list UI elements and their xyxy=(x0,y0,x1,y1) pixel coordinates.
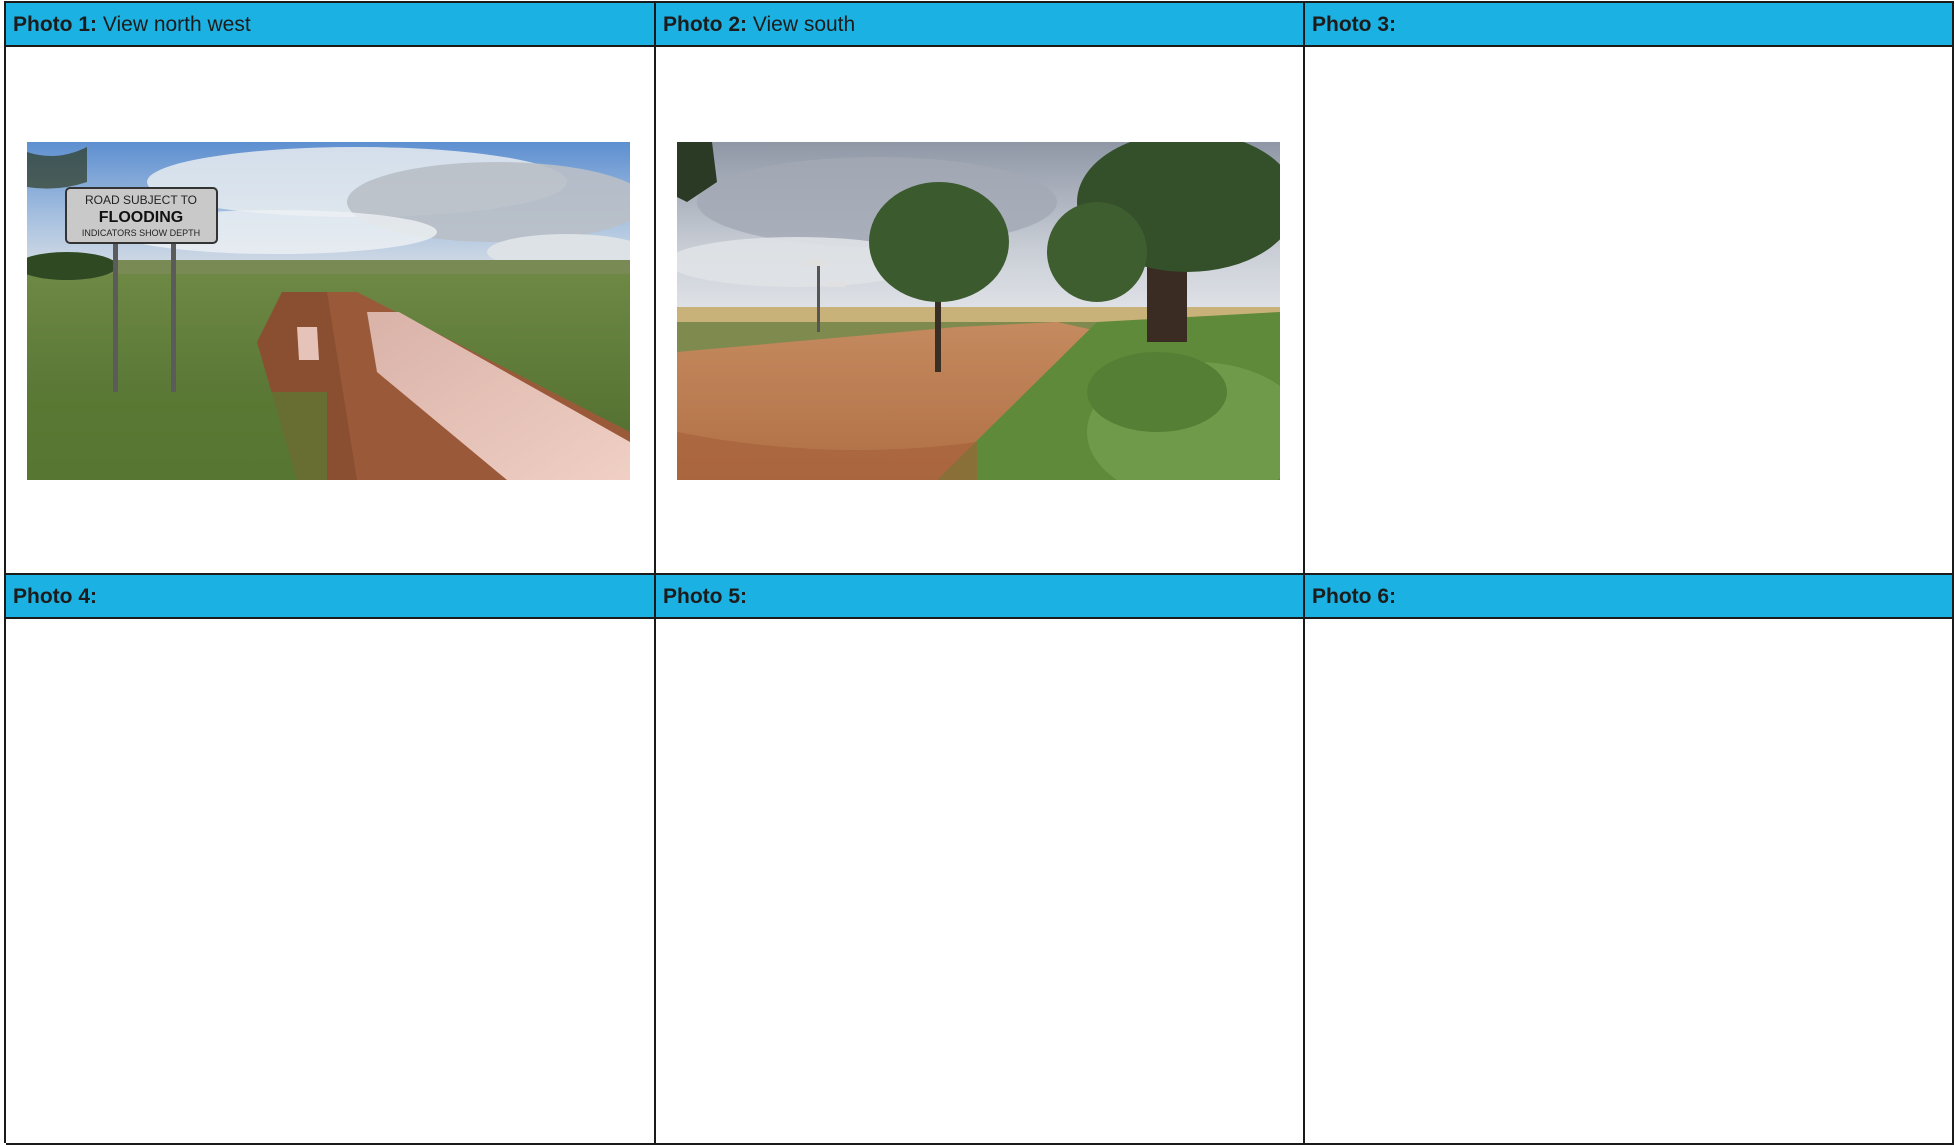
photo-sheet-table: Photo 1: View north west ROAD SUBJECT TO… xyxy=(4,1,1954,1145)
photo-2-label: Photo 2: xyxy=(663,13,747,36)
photo-1-caption: View north west xyxy=(102,13,251,36)
gravel-road-gum-trees-photo xyxy=(677,142,1280,480)
photo-cell-1: Photo 1: View north west ROAD SUBJECT TO… xyxy=(6,3,656,575)
photo-4-label: Photo 4: xyxy=(13,585,97,608)
sign-line-3: INDICATORS SHOW DEPTH xyxy=(82,228,200,238)
photo-5-label: Photo 5: xyxy=(663,585,747,608)
photo-cell-6: Photo 6: xyxy=(1305,575,1954,1145)
photo-4-header: Photo 4: xyxy=(6,575,654,619)
photo-3-label: Photo 3: xyxy=(1312,13,1396,36)
sign-line-2: FLOODING xyxy=(99,209,183,226)
sign-line-1: ROAD SUBJECT TO xyxy=(85,193,197,207)
photo-6-header: Photo 6: xyxy=(1305,575,1952,619)
photo-1-header: Photo 1: View north west xyxy=(6,3,654,47)
photo-3-header: Photo 3: xyxy=(1305,3,1952,47)
photo-cell-2: Photo 2: View south xyxy=(656,3,1305,575)
photo-cell-3: Photo 3: xyxy=(1305,3,1954,575)
flooded-dirt-road-photo: ROAD SUBJECT TO FLOODING INDICATORS SHOW… xyxy=(27,142,630,480)
photo-2-caption: View south xyxy=(752,13,856,36)
photo-6-label: Photo 6: xyxy=(1312,585,1396,608)
photo-cell-4: Photo 4: xyxy=(6,575,656,1145)
photo-5-header: Photo 5: xyxy=(656,575,1303,619)
photo-1-label: Photo 1: xyxy=(13,13,97,36)
photo-cell-5: Photo 5: xyxy=(656,575,1305,1145)
photo-2-header: Photo 2: View south xyxy=(656,3,1303,47)
